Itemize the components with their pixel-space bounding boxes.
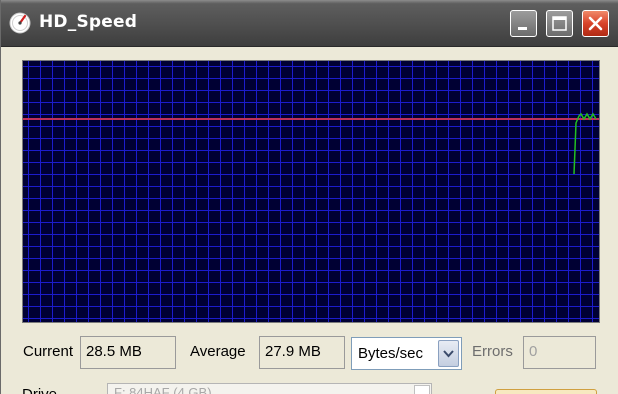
units-select-value: Bytes/sec xyxy=(358,345,424,362)
average-label: Average xyxy=(190,343,246,360)
drive-select[interactable]: F: 84HAF (4 GB) xyxy=(107,383,432,394)
maximize-button[interactable] xyxy=(546,10,573,37)
title-bar[interactable]: HD_Speed xyxy=(1,0,618,47)
speed-graph-canvas xyxy=(23,61,599,322)
start-button[interactable] xyxy=(495,389,597,394)
minimize-icon xyxy=(518,27,527,30)
errors-value-field: 0 xyxy=(523,336,596,369)
speedometer-icon[interactable] xyxy=(9,12,31,34)
current-value-field: 28.5 MB xyxy=(80,336,176,369)
units-select[interactable]: Bytes/sec xyxy=(351,337,462,370)
chevron-down-icon xyxy=(443,350,454,358)
close-button[interactable] xyxy=(582,10,609,37)
errors-label: Errors xyxy=(472,343,513,360)
minimize-button[interactable] xyxy=(510,10,537,37)
drive-label: Drive xyxy=(22,386,57,394)
average-value-field: 27.9 MB xyxy=(259,336,345,369)
window-title: HD_Speed xyxy=(39,12,138,32)
close-icon xyxy=(588,16,603,31)
units-dropdown-button[interactable] xyxy=(438,340,459,367)
maximize-icon xyxy=(552,16,567,31)
speed-graph xyxy=(22,60,600,323)
drive-dropdown-button[interactable] xyxy=(414,385,430,394)
hd-speed-window: HD_Speed Current 28.5 MB Average 27.9 MB… xyxy=(0,0,618,394)
current-label: Current xyxy=(23,343,74,360)
